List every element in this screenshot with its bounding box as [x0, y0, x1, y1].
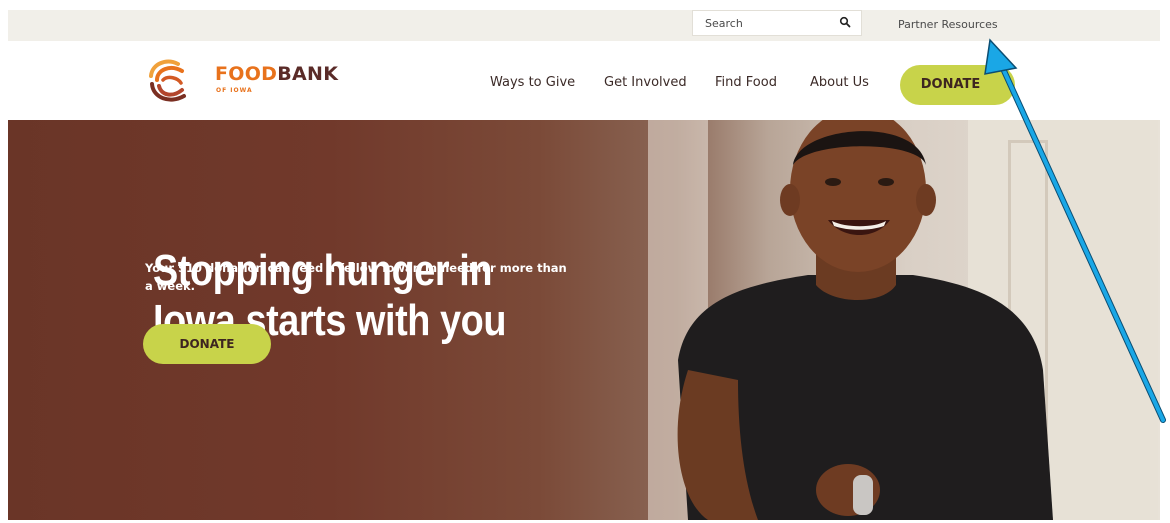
hero-subtitle: Your $10 donation can feed a fellow Iowa… — [145, 261, 567, 293]
search-icon[interactable] — [839, 16, 851, 28]
nav-ways-to-give[interactable]: Ways to Give — [490, 75, 575, 90]
logo-food: FOOD — [215, 63, 278, 85]
smiling-boy-photo — [677, 120, 1053, 520]
donate-button-header[interactable]: DONATE — [900, 65, 1015, 105]
nav-about-us[interactable]: About Us — [810, 75, 869, 90]
donate-button-hero[interactable]: DONATE — [143, 324, 271, 364]
search-placeholder: Search — [705, 17, 743, 30]
partner-resources-link[interactable]: Partner Resources — [898, 18, 998, 31]
logo-subtitle: OF IOWA — [216, 87, 253, 94]
foodbank-swirl-logo[interactable] — [148, 56, 190, 106]
search-input[interactable]: Search — [692, 10, 862, 36]
hero-banner: Stopping hunger in Iowa starts with you — [8, 120, 1160, 520]
nav-get-involved[interactable]: Get Involved — [604, 75, 687, 90]
logo-wordmark[interactable]: FOODBANK — [215, 63, 338, 85]
nav-find-food[interactable]: Find Food — [715, 75, 777, 90]
logo-bank: BANK — [277, 63, 339, 85]
